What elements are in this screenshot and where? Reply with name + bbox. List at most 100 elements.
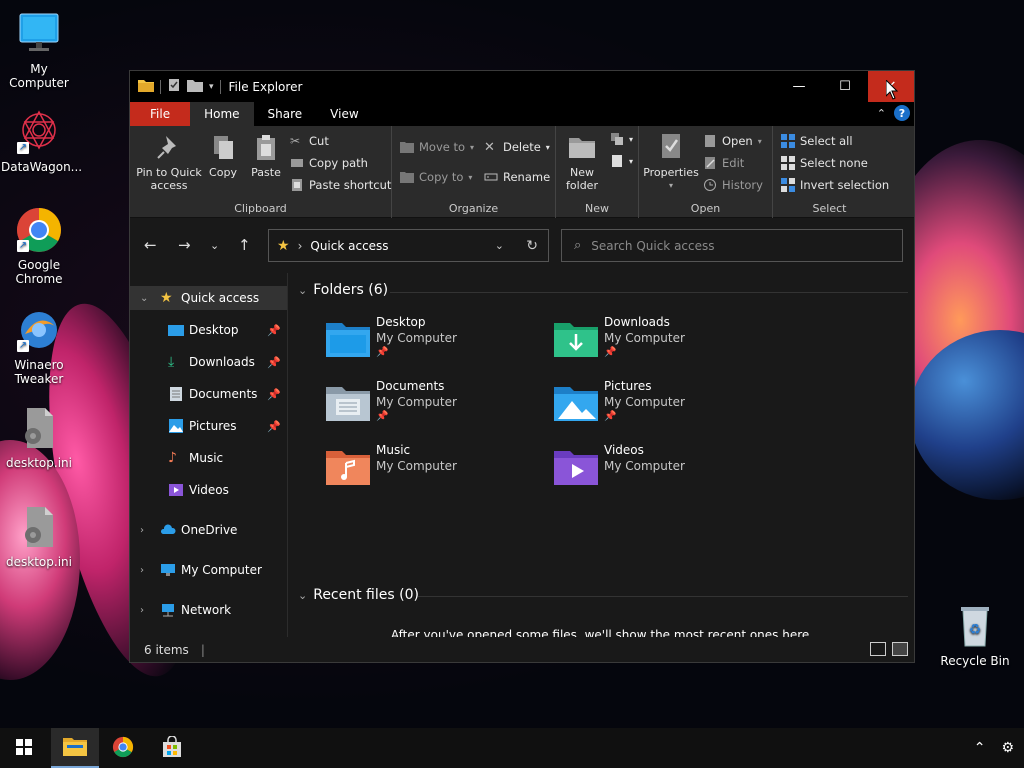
pin-icon[interactable]: 📌 [267, 388, 281, 401]
chevron-right-icon[interactable]: › [140, 605, 144, 616]
music-folder-icon [326, 449, 370, 485]
desktop-icon-desktop-ini-2[interactable]: desktop.ini [1, 503, 77, 569]
paste-button[interactable]: Paste [248, 132, 284, 179]
collapse-ribbon-icon[interactable]: ⌃ [877, 107, 886, 120]
desktop-icon-recycle-bin[interactable]: ♻ Recycle Bin [937, 602, 1013, 668]
folder-location: My Computer [604, 459, 685, 473]
chevron-right-icon[interactable]: › [140, 525, 144, 536]
search-input[interactable]: ⌕ Search Quick access [561, 229, 903, 262]
tab-view[interactable]: View [316, 102, 372, 126]
chevron-right-icon[interactable]: › [140, 565, 144, 576]
start-button[interactable] [0, 728, 48, 768]
desktop-icon-google-chrome[interactable]: ↗ Google Chrome [1, 206, 77, 286]
star-icon: ★ [160, 290, 173, 306]
pin-icon[interactable]: 📌 [267, 324, 281, 337]
paste-label: Paste [251, 166, 281, 179]
easy-access-button[interactable]: ▾ [610, 154, 633, 168]
pin-icon[interactable]: 📌 [267, 356, 281, 369]
edit-button[interactable]: Edit [703, 156, 744, 170]
copy-to-button[interactable]: Copy to ▾ [400, 170, 472, 184]
nav-item-desktop[interactable]: Desktop 📌 [130, 318, 287, 342]
copy-path-button[interactable]: Copy path [290, 156, 368, 170]
details-view-icon[interactable] [870, 642, 886, 656]
search-icon: ⌕ [574, 238, 582, 253]
gear-icon[interactable]: ⚙ [1001, 740, 1014, 756]
move-to-button[interactable]: Move to ▾ [400, 140, 474, 154]
select-all-button[interactable]: Select all [781, 134, 853, 148]
tab-share[interactable]: Share [254, 102, 317, 126]
nav-item-pictures[interactable]: Pictures 📌 [130, 414, 287, 438]
desktop-icon-desktop-ini-1[interactable]: desktop.ini [1, 404, 77, 470]
recent-files-section-header[interactable]: ⌄ Recent files (0) [298, 587, 419, 603]
nav-item-label: Downloads [189, 355, 255, 369]
dropdown-icon: ▾ [468, 172, 473, 182]
folder-tile-videos[interactable]: Videos My Computer [554, 443, 774, 499]
properties-qat-icon[interactable] [167, 78, 181, 95]
breadcrumb[interactable]: Quick access [310, 239, 388, 253]
desktop-icon-datawagon[interactable]: ↗ DataWagon... [1, 108, 82, 174]
folder-tile-desktop[interactable]: Desktop My Computer 📌 [326, 315, 546, 371]
new-folder-button[interactable]: New folder [560, 132, 604, 192]
rename-button[interactable]: Rename [484, 170, 550, 184]
folder-tile-music[interactable]: Music My Computer [326, 443, 546, 499]
folder-tile-pictures[interactable]: Pictures My Computer 📌 [554, 379, 774, 435]
folder-tile-downloads[interactable]: Downloads My Computer 📌 [554, 315, 774, 371]
desktop-icon-my-computer[interactable]: My Computer [1, 10, 77, 90]
pin-to-quick-access-button[interactable]: Pin to Quick access [136, 132, 202, 192]
tab-file[interactable]: File [130, 102, 191, 126]
nav-item-quick-access[interactable]: ⌄ ★ Quick access [130, 286, 287, 310]
help-icon[interactable]: ? [894, 105, 910, 121]
nav-item-onedrive[interactable]: › OneDrive [130, 518, 287, 542]
nav-item-downloads[interactable]: ⤓ Downloads 📌 [130, 350, 287, 374]
delete-x-icon: ✕ [484, 140, 495, 155]
breadcrumb-chevron-icon[interactable]: › [298, 239, 303, 253]
taskbar-file-explorer[interactable] [51, 728, 99, 768]
dropdown-icon: ▾ [629, 156, 634, 166]
chevron-down-icon[interactable]: ⌄ [298, 284, 307, 297]
folder-name: Pictures [604, 379, 652, 393]
large-icons-view-icon[interactable] [892, 642, 908, 656]
recent-locations-chevron-icon[interactable]: ⌄ [210, 239, 219, 252]
forward-arrow-icon[interactable]: → [178, 236, 191, 254]
nav-item-documents[interactable]: Documents 📌 [130, 382, 287, 406]
properties-button[interactable]: Properties ▾ [643, 132, 699, 192]
desktop-icon-label: Winaero Tweaker [14, 358, 64, 386]
nav-item-videos[interactable]: Videos [130, 478, 287, 502]
maximize-button[interactable]: ☐ [822, 71, 868, 102]
folders-section-header[interactable]: ⌄ Folders (6) [298, 282, 388, 298]
copy-button[interactable]: Copy [206, 132, 240, 179]
clipboard-group-label: Clipboard [234, 202, 287, 215]
delete-label: Delete [503, 140, 541, 154]
address-bar[interactable]: ★ › Quick access ⌄ ↻ [268, 229, 549, 262]
taskbar-microsoft-store[interactable] [148, 728, 196, 768]
customize-qat-dropdown-icon[interactable]: ▾ [209, 82, 214, 92]
folder-tile-documents[interactable]: Documents My Computer 📌 [326, 379, 546, 435]
back-arrow-icon[interactable]: ← [144, 236, 157, 254]
nav-item-music[interactable]: ♪ Music [130, 446, 287, 470]
minimize-button[interactable]: — [776, 71, 822, 102]
select-none-button[interactable]: Select none [781, 156, 868, 170]
open-button[interactable]: Open ▾ [703, 134, 762, 148]
taskbar-chrome[interactable] [99, 728, 147, 768]
chevron-down-icon[interactable]: ⌄ [298, 589, 307, 602]
up-arrow-icon[interactable]: ↑ [238, 236, 251, 254]
address-dropdown-icon[interactable]: ⌄ [495, 239, 504, 252]
nav-item-network[interactable]: › Network [130, 598, 287, 622]
new-item-button[interactable]: ▾ [610, 132, 633, 146]
delete-button[interactable]: ✕ Delete ▾ [484, 140, 550, 155]
cut-button[interactable]: ✂ Cut [290, 134, 329, 148]
show-hidden-icons-chevron-icon[interactable]: ⌃ [974, 740, 986, 756]
title-bar[interactable]: ▾ File Explorer — ☐ ✕ [130, 71, 914, 102]
desktop-icon-winaero-tweaker[interactable]: ↗ Winaero Tweaker [1, 306, 77, 386]
new-folder-icon [567, 132, 597, 162]
paste-shortcut-button[interactable]: Paste shortcut [290, 178, 391, 192]
tab-home[interactable]: Home [190, 102, 254, 126]
nav-item-my-computer[interactable]: › My Computer [130, 558, 287, 582]
folder-name: Music [376, 443, 411, 457]
invert-selection-button[interactable]: Invert selection [781, 178, 889, 192]
pin-icon[interactable]: 📌 [267, 420, 281, 433]
history-button[interactable]: History [703, 178, 763, 192]
new-folder-qat-icon[interactable] [187, 78, 203, 95]
chevron-down-icon[interactable]: ⌄ [140, 293, 148, 304]
refresh-icon[interactable]: ↻ [526, 238, 538, 254]
